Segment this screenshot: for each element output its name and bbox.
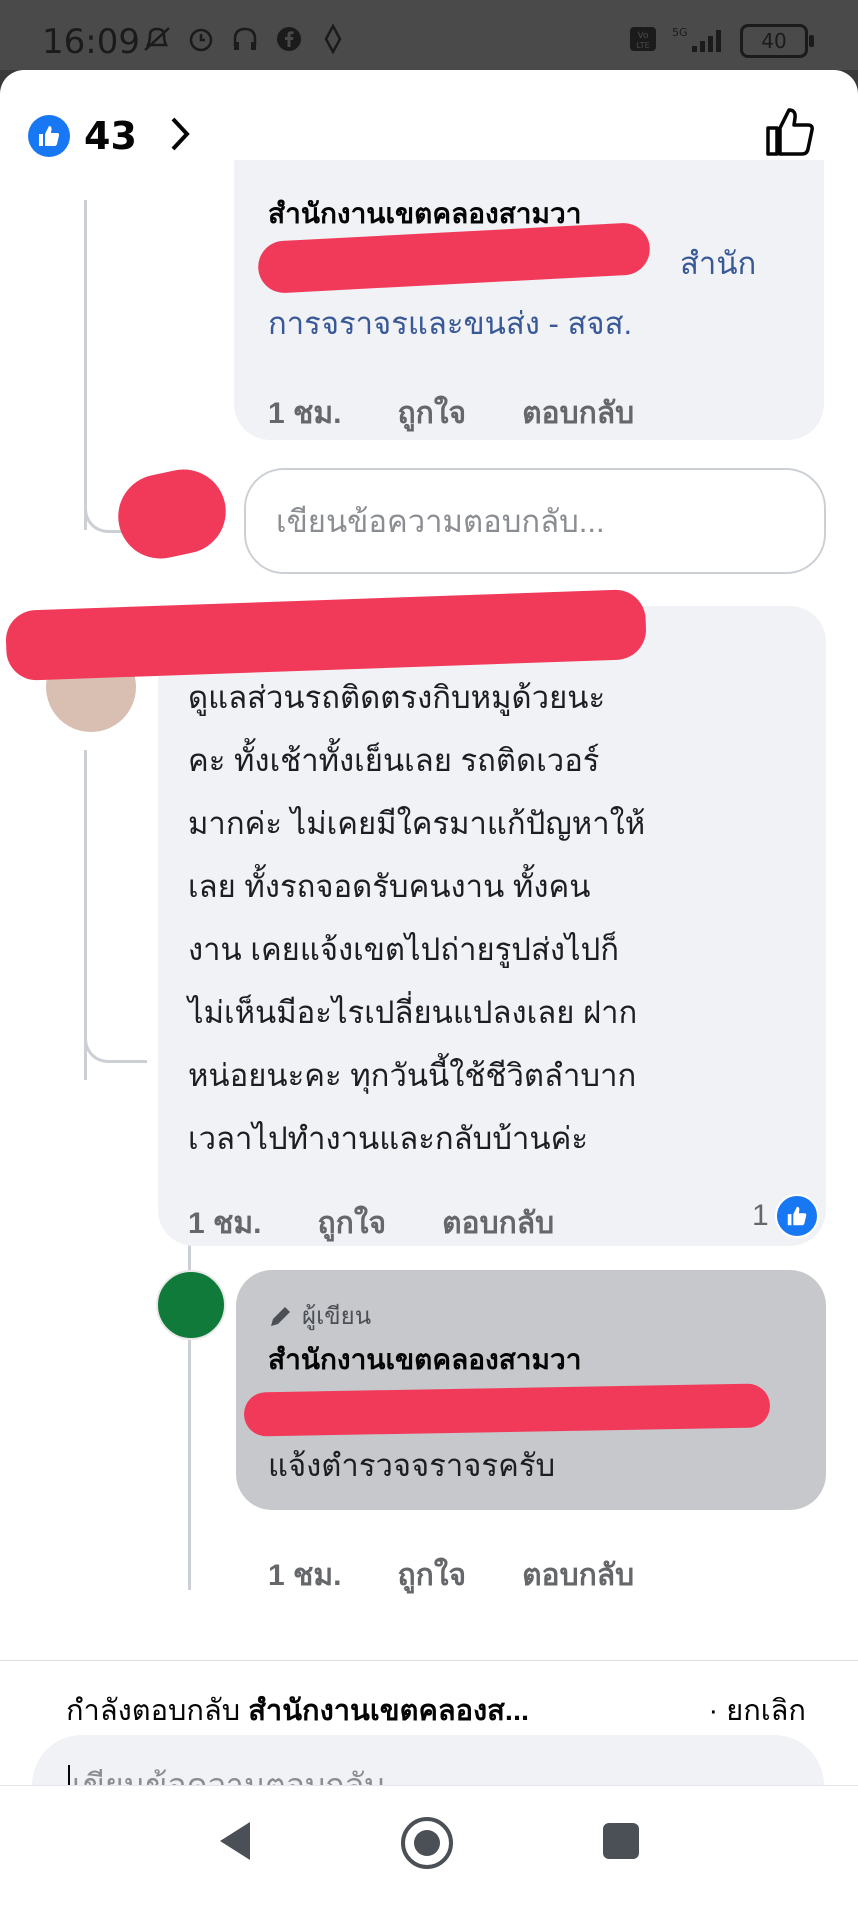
volte-icon: Vo LTE	[628, 24, 658, 58]
comment-time-1: 1 ชม.	[268, 397, 342, 430]
comment-text-2-line-1: ดูแลส่วนรถติดตรงกิบหมูด้วยนะ	[188, 680, 606, 715]
recents-button[interactable]	[600, 1820, 642, 1866]
comment-text-2-line-6: ไม่เห็นมีอะไรเปลี่ยนแปลงเลย ฝาก	[188, 995, 638, 1030]
comment-time-2: 1 ชม.	[188, 1207, 262, 1240]
comment-text-2-line-2: คะ ทั้งเช้าทั้งเย็นเลย รถติดเวอร์	[188, 743, 600, 778]
reply-button-2[interactable]: ตอบกลับ	[442, 1200, 554, 1247]
replying-target: สำนักงานเขตคลองส...	[248, 1695, 530, 1727]
status-icons	[140, 24, 350, 54]
reply-input-placeholder: เขียนข้อความตอบกลับ...	[276, 504, 605, 539]
comment-text-2-line-8: เวลาไปทำงานและกลับบ้านค่ะ	[188, 1121, 588, 1156]
comment-like-count-2[interactable]: 1	[752, 1194, 819, 1238]
page-avatar[interactable]	[156, 1270, 226, 1340]
recents-square-icon	[603, 1823, 639, 1859]
thread-curve-1	[84, 470, 123, 533]
replying-to-label: กำลังตอบกลับ สำนักงานเขตคลองส...	[66, 1687, 529, 1733]
author-badge-label: ผู้เขียน	[302, 1303, 372, 1330]
cancel-reply-button[interactable]: · ยกเลิก	[708, 1687, 806, 1733]
like-reaction-icon	[28, 115, 70, 157]
status-right: Vo LTE 5G 40	[628, 24, 814, 58]
alarm-icon	[184, 24, 218, 54]
battery-indicator: 40	[740, 24, 814, 58]
svg-text:Vo: Vo	[638, 31, 649, 41]
location-icon	[316, 24, 350, 54]
system-nav-bar	[0, 1785, 858, 1909]
signal-5g-icon: 5G	[670, 24, 728, 58]
chevron-right-icon	[169, 115, 191, 157]
comment-text-1-line2[interactable]: การจราจรและขนส่ง - สจส.	[268, 298, 632, 350]
comment-actions-3: 1 ชม. ถูกใจ ตอบกลับ	[268, 1552, 690, 1599]
redaction-mark	[243, 1383, 771, 1437]
like-button-2[interactable]: ถูกใจ	[318, 1200, 387, 1247]
pencil-icon	[271, 1306, 290, 1326]
reply-input-field[interactable]: เขียนข้อความตอบกลับ...	[244, 468, 826, 574]
reply-button-1[interactable]: ตอบกลับ	[522, 390, 634, 437]
like-post-button[interactable]	[762, 104, 818, 164]
status-bar: 16:09 Vo LTE 5G 40	[0, 0, 858, 70]
comment-actions-2: 1 ชม. ถูกใจ ตอบกลับ	[188, 1200, 610, 1247]
status-time: 16:09	[42, 22, 140, 62]
reply-button-3[interactable]: ตอบกลับ	[522, 1552, 634, 1599]
reaction-count: 43	[84, 114, 137, 158]
back-triangle-icon	[220, 1822, 250, 1860]
svg-text:5G: 5G	[672, 26, 688, 39]
svg-text:LTE: LTE	[636, 41, 649, 50]
like-count: 1	[752, 1199, 769, 1232]
author-badge: ผู้เขียน	[268, 1296, 371, 1335]
mute-notifications-icon	[140, 24, 174, 54]
thread-curve-2	[84, 1020, 147, 1063]
like-button-3[interactable]: ถูกใจ	[398, 1552, 467, 1599]
like-reaction-icon	[774, 1194, 819, 1238]
comment-author-3[interactable]: สำนักงานเขตคลองสามวา	[268, 1338, 581, 1382]
replying-prefix: กำลังตอบกลับ	[66, 1695, 241, 1727]
home-button[interactable]	[398, 1814, 456, 1876]
comment-actions-1: 1 ชม. ถูกใจ ตอบกลับ	[268, 390, 690, 437]
home-circle-icon	[401, 1817, 453, 1869]
redaction-mark	[110, 461, 234, 567]
comment-text-3: แจ้งตำรวจจราจรครับ	[268, 1448, 556, 1483]
comments-sheet: 43 สำนักงานเขตคลองสามวา สำนัก การจราจรแล…	[0, 70, 858, 1835]
reactions-summary[interactable]: 43	[28, 108, 191, 164]
headphones-icon	[228, 24, 262, 54]
comment-text-2-line-5: งาน เคยแจ้งเขตไปถ่ายรูปส่งไปก็	[188, 932, 620, 967]
facebook-icon	[272, 24, 306, 54]
back-button[interactable]	[214, 1818, 254, 1868]
comment-text-2-line-7: หน่อยนะคะ ทุกวันนี้ใช้ชีวิตลำบาก	[188, 1058, 637, 1093]
comment-text-2-line-4: เลย ทั้งรถจอดรับคนงาน ทั้งคน	[188, 869, 591, 904]
comment-text-2-line-3: มากค่ะ ไม่เคยมีใครมาแก้ปัญหาให้	[188, 806, 646, 841]
comment-time-3: 1 ชม.	[268, 1559, 342, 1592]
thumbs-up-outline-icon	[766, 108, 814, 156]
comment-text-1-tail[interactable]: สำนัก	[680, 238, 756, 290]
like-button-1[interactable]: ถูกใจ	[398, 390, 467, 437]
